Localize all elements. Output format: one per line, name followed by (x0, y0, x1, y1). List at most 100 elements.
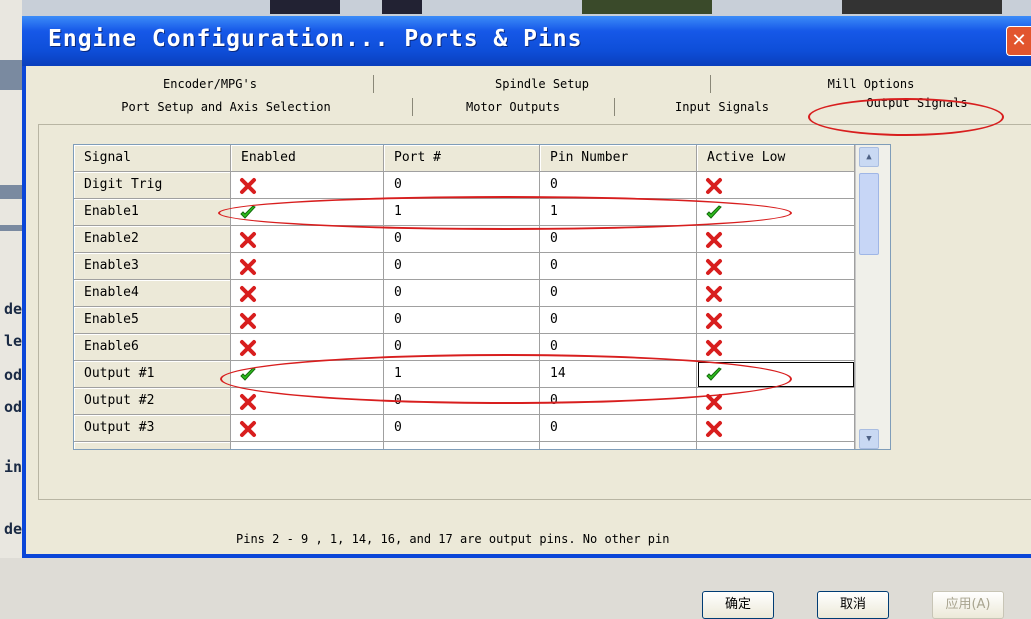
port-cell[interactable] (384, 442, 540, 449)
table-row[interactable]: Enable3 0 0 (74, 253, 890, 280)
enabled-cell[interactable] (231, 253, 384, 280)
red-x-icon[interactable] (239, 420, 257, 438)
column-header[interactable]: Signal (74, 145, 231, 172)
enabled-cell[interactable] (231, 172, 384, 199)
red-x-icon[interactable] (705, 177, 723, 195)
red-x-icon[interactable] (705, 285, 723, 303)
enabled-cell[interactable] (231, 307, 384, 334)
pin-cell[interactable]: 0 (540, 388, 697, 415)
red-x-icon[interactable] (239, 258, 257, 276)
green-check-icon[interactable] (705, 366, 723, 384)
enabled-cell[interactable] (231, 199, 384, 226)
cancel-button[interactable]: 取消 (817, 591, 889, 619)
active-low-cell[interactable] (697, 307, 855, 334)
red-x-icon[interactable] (239, 231, 257, 249)
pin-cell[interactable]: 0 (540, 280, 697, 307)
pin-cell[interactable] (540, 442, 697, 449)
table-row[interactable]: Output #1 1 14 (74, 361, 890, 388)
active-low-cell[interactable] (697, 172, 855, 199)
red-x-icon[interactable] (705, 231, 723, 249)
column-header[interactable]: Port # (384, 145, 540, 172)
signal-cell[interactable] (74, 442, 231, 449)
signal-cell[interactable]: Enable2 (74, 226, 231, 253)
table-row[interactable]: Output #3 0 0 (74, 415, 890, 442)
scroll-down-button[interactable]: ▼ (859, 429, 879, 449)
pin-cell[interactable]: 0 (540, 172, 697, 199)
column-header[interactable]: Enabled (231, 145, 384, 172)
green-check-icon[interactable] (239, 204, 257, 222)
active-low-cell[interactable] (697, 334, 855, 361)
grid-scrollbar[interactable]: ▲ ▼ (855, 145, 890, 449)
apply-button[interactable]: 应用(A) (932, 591, 1004, 619)
port-cell[interactable]: 0 (384, 226, 540, 253)
table-row[interactable] (74, 442, 890, 449)
red-x-icon[interactable] (705, 258, 723, 276)
red-x-icon[interactable] (705, 312, 723, 330)
close-button[interactable]: ✕ (1006, 26, 1031, 56)
column-header[interactable]: Active Low (697, 145, 855, 172)
signal-cell[interactable]: Enable6 (74, 334, 231, 361)
red-x-icon[interactable] (705, 393, 723, 411)
red-x-icon[interactable] (239, 312, 257, 330)
pin-cell[interactable]: 0 (540, 253, 697, 280)
port-cell[interactable]: 0 (384, 172, 540, 199)
title-bar[interactable]: Engine Configuration... Ports & Pins ✕ (22, 16, 1031, 66)
pin-cell[interactable]: 14 (540, 361, 697, 388)
signal-cell[interactable]: Enable1 (74, 199, 231, 226)
table-row[interactable]: Enable2 0 0 (74, 226, 890, 253)
port-cell[interactable]: 0 (384, 280, 540, 307)
port-cell[interactable]: 0 (384, 388, 540, 415)
tab-output-signals[interactable]: Output Signals (832, 93, 1002, 118)
enabled-cell[interactable] (231, 334, 384, 361)
column-header[interactable]: Pin Number (540, 145, 697, 172)
table-row[interactable]: Enable5 0 0 (74, 307, 890, 334)
signal-cell[interactable]: Enable5 (74, 307, 231, 334)
table-row[interactable]: Enable6 0 0 (74, 334, 890, 361)
table-row[interactable]: Enable1 1 1 (74, 199, 890, 226)
signal-cell[interactable]: Enable4 (74, 280, 231, 307)
pin-cell[interactable]: 0 (540, 307, 697, 334)
active-low-cell[interactable] (697, 199, 855, 226)
enabled-cell[interactable] (231, 280, 384, 307)
port-cell[interactable]: 0 (384, 334, 540, 361)
signal-cell[interactable]: Digit Trig (74, 172, 231, 199)
tab-mill-options[interactable]: Mill Options (711, 74, 1031, 95)
tab-spindle-setup[interactable]: Spindle Setup (374, 74, 710, 95)
signal-cell[interactable]: Output #1 (74, 361, 231, 388)
active-low-cell[interactable] (697, 226, 855, 253)
port-cell[interactable]: 0 (384, 253, 540, 280)
table-row[interactable]: Enable4 0 0 (74, 280, 890, 307)
port-cell[interactable]: 0 (384, 415, 540, 442)
enabled-cell[interactable] (231, 442, 384, 449)
signal-cell[interactable]: Output #2 (74, 388, 231, 415)
active-low-cell[interactable] (697, 361, 855, 388)
port-cell[interactable]: 1 (384, 361, 540, 388)
table-row[interactable]: Output #2 0 0 (74, 388, 890, 415)
tab-input-signals[interactable]: Input Signals (615, 97, 829, 118)
pin-cell[interactable]: 0 (540, 415, 697, 442)
active-low-cell[interactable] (697, 253, 855, 280)
enabled-cell[interactable] (231, 361, 384, 388)
table-row[interactable]: Digit Trig 0 0 (74, 172, 890, 199)
pin-cell[interactable]: 0 (540, 334, 697, 361)
port-cell[interactable]: 0 (384, 307, 540, 334)
red-x-icon[interactable] (239, 285, 257, 303)
active-low-cell[interactable] (697, 415, 855, 442)
tab-port-setup[interactable]: Port Setup and Axis Selection (40, 97, 412, 118)
tab-encoder-mpg[interactable]: Encoder/MPG's (40, 74, 380, 95)
scroll-thumb[interactable] (859, 173, 879, 255)
scroll-up-button[interactable]: ▲ (859, 147, 879, 167)
ok-button[interactable]: 确定 (702, 591, 774, 619)
signal-cell[interactable]: Enable3 (74, 253, 231, 280)
tab-motor-outputs[interactable]: Motor Outputs (413, 97, 613, 118)
active-low-cell[interactable] (697, 388, 855, 415)
red-x-icon[interactable] (239, 177, 257, 195)
red-x-icon[interactable] (239, 339, 257, 357)
port-cell[interactable]: 1 (384, 199, 540, 226)
green-check-icon[interactable] (705, 204, 723, 222)
red-x-icon[interactable] (705, 339, 723, 357)
enabled-cell[interactable] (231, 388, 384, 415)
pin-cell[interactable]: 1 (540, 199, 697, 226)
red-x-icon[interactable] (705, 420, 723, 438)
red-x-icon[interactable] (239, 393, 257, 411)
